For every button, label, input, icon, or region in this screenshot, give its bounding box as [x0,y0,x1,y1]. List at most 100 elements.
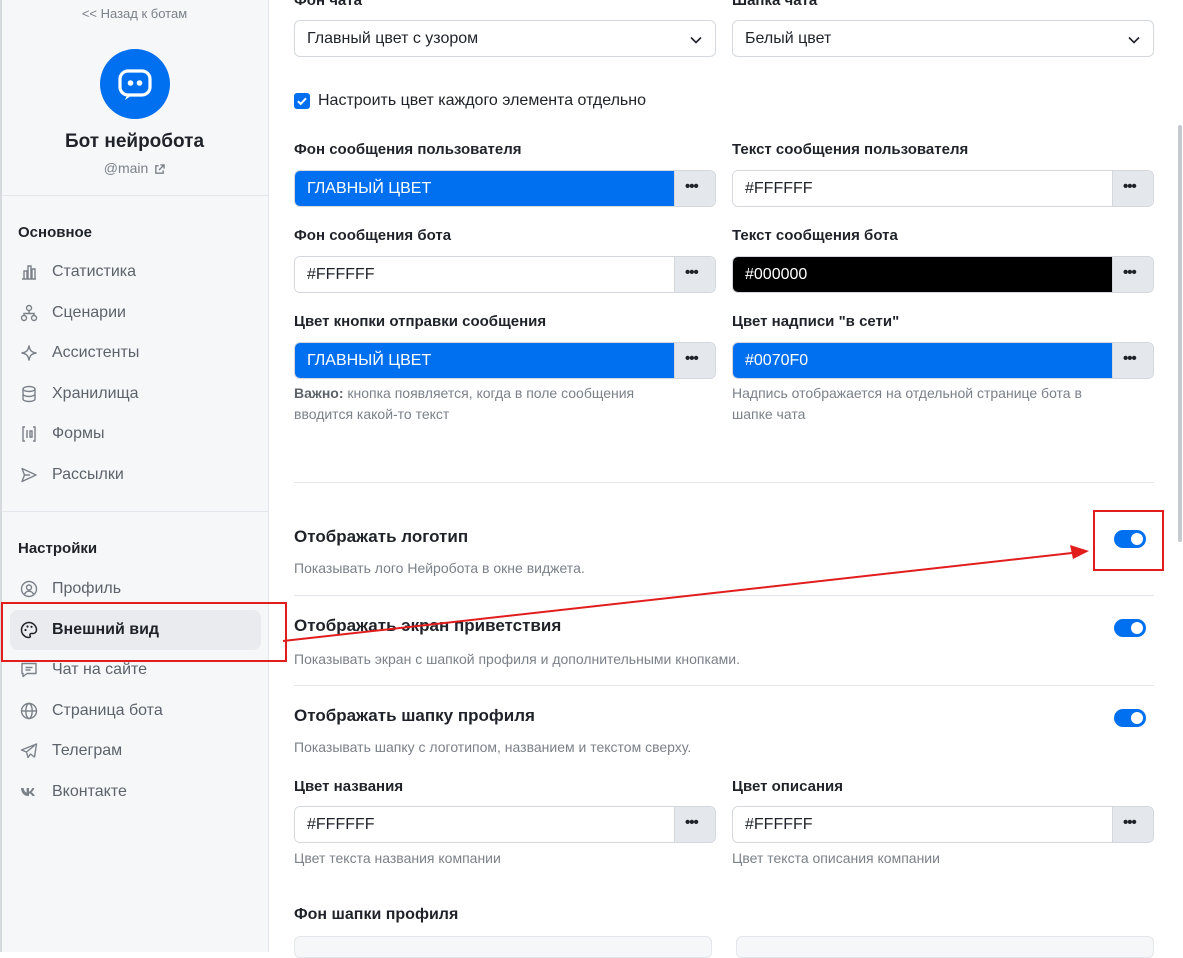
more-options-button[interactable]: ••• [674,257,715,292]
chat-header-select[interactable]: Белый цвет [732,20,1154,57]
online-label-color-value: #0070F0 [745,352,809,369]
sidebar-item-statistics[interactable]: Статистика [10,252,261,292]
show-welcome-desc: Показывать экран с шапкой профиля и допо… [294,651,740,667]
bot-msg-bg-label: Фон сообщения бота [294,227,452,244]
sidebar-item-label: Статистика [52,263,137,280]
sidebar-item-label: Формы [52,425,105,442]
toggle-knob [1131,712,1143,724]
more-options-button[interactable]: ••• [1112,807,1153,842]
online-label-color-input[interactable]: #0070F0 [733,343,1113,378]
sidebar-item-label: Ассистенты [52,344,140,361]
sidebar-item-mailings[interactable]: Рассылки [10,455,261,495]
toggle-knob [1131,622,1143,634]
sidebar-item-storages[interactable]: Хранилища [10,374,261,414]
custom-colors-checkbox[interactable] [294,93,310,109]
send-hint-bold: Важно: [294,385,344,401]
bot-msg-text-input[interactable]: #000000 [733,257,1113,292]
more-options-button[interactable]: ••• [1112,343,1153,378]
show-logo-title: Отображать логотип [294,527,469,546]
sidebar-item-scenarios[interactable]: Сценарии [10,293,261,333]
send-hint-text: кнопка появляется, когда в поле сообщени… [343,385,635,401]
external-link-icon[interactable] [154,164,165,175]
title-color-hint: Цвет текста названия компании [294,850,501,866]
sidebar-item-vk[interactable]: Вконтакте [10,772,261,812]
desc-color-field: #FFFFFF ••• [732,806,1154,843]
section-title-main: Основное [18,224,93,241]
sidebar-item-forms[interactable]: Формы [10,414,261,454]
scrollbar-thumb[interactable] [1178,125,1182,542]
bot-msg-bg-input[interactable]: #FFFFFF [295,257,675,292]
sidebar-item-label: Телеграм [52,742,123,759]
user-msg-bg-value: ГЛАВНЫЙ ЦВЕТ [307,180,432,197]
more-options-button[interactable]: ••• [674,343,715,378]
user-msg-text-input[interactable]: #FFFFFF [733,171,1113,206]
bot-handle[interactable]: @main [0,160,269,176]
bar-chart-icon [22,265,36,280]
sidebar-item-label: Страница бота [52,702,163,719]
chat-bg-select[interactable]: Главный цвет с узором [294,20,716,57]
chat-bg-value: Главный цвет с узором [307,30,479,47]
logo-toggle-highlight [1093,510,1164,571]
profile-header-bg-option[interactable] [736,936,1154,958]
more-options-button[interactable]: ••• [1112,171,1153,206]
dots-icon: ••• [685,814,699,831]
online-label-color-label: Цвет надписи "в сети" [732,313,900,330]
dots-icon: ••• [1123,814,1137,831]
show-profile-header-toggle[interactable] [1114,709,1146,727]
form-icon [22,426,36,442]
bot-msg-text-field: #000000 ••• [732,256,1154,293]
show-logo-desc: Показывать лого Нейробота в окне виджета… [294,560,585,576]
send-button-color-value: ГЛАВНЫЙ ЦВЕТ [307,352,432,369]
show-profile-header-desc: Показывать шапку с логотипом, названием … [294,739,692,755]
send-icon [21,467,37,483]
sidebar: << Назад к ботам Бот нейробота @main Осн… [0,0,269,952]
online-label-hint: Надпись отображается на отдельной страни… [732,383,1082,425]
bot-name: Бот нейробота [64,131,205,152]
sidebar-item-assistants[interactable]: Ассистенты [10,333,261,373]
online-label-color-field: #0070F0 ••• [732,342,1154,379]
send-button-color-field: ГЛАВНЫЙ ЦВЕТ ••• [294,342,716,379]
send-button-hint: Важно: кнопка появляется, когда в поле с… [294,383,634,425]
custom-colors-label[interactable]: Настроить цвет каждого элемента отдельно [318,92,646,110]
profile-header-bg-option[interactable] [294,936,712,958]
more-options-button[interactable]: ••• [674,171,715,206]
title-color-field: #FFFFFF ••• [294,806,716,843]
more-options-button[interactable]: ••• [1112,257,1153,292]
user-msg-bg-input[interactable]: ГЛАВНЫЙ ЦВЕТ [295,171,675,206]
show-welcome-title: Отображать экран приветствия [294,616,562,635]
globe-icon [20,702,38,720]
title-color-input[interactable]: #FFFFFF [295,807,675,842]
sidebar-item-label: Вконтакте [52,783,127,800]
send-button-color-input[interactable]: ГЛАВНЫЙ ЦВЕТ [295,343,675,378]
bot-handle-text[interactable]: @main [104,160,149,176]
sidebar-item-bot-page[interactable]: Страница бота [10,691,261,731]
database-icon [22,385,36,403]
online-hint-line2: шапке чата [732,406,806,422]
send-button-color-label: Цвет кнопки отправки сообщения [294,313,547,330]
section-divider [294,482,1154,483]
user-msg-bg-field: ГЛАВНЫЙ ЦВЕТ ••• [294,170,716,207]
appearance-highlight [1,602,287,662]
send-hint-line1: Важно: кнопка появляется, когда в поле с… [294,383,634,404]
bot-msg-bg-value: #FFFFFF [307,266,375,283]
show-welcome-toggle[interactable] [1114,619,1146,637]
sparkle-icon [21,345,37,361]
dots-icon: ••• [685,350,699,367]
checkmark-icon [297,97,307,106]
bot-msg-text-value: #000000 [745,266,808,283]
dots-icon: ••• [1123,350,1137,367]
title-color-label: Цвет названия [294,778,404,795]
back-to-bots-link[interactable]: << Назад к ботам [0,6,269,21]
telegram-icon [20,743,38,759]
bot-msg-bg-field: #FFFFFF ••• [294,256,716,293]
sidebar-item-label: Профиль [52,580,122,597]
desc-color-input[interactable]: #FFFFFF [733,807,1113,842]
dots-icon: ••• [1123,178,1137,195]
user-msg-text-label: Текст сообщения пользователя [732,141,969,158]
more-options-button[interactable]: ••• [674,807,715,842]
row-divider [294,595,1154,596]
chat-icon [21,662,37,678]
sidebar-item-telegram[interactable]: Телеграм [10,731,261,771]
vk-icon [21,788,35,796]
bot-face-icon [118,69,152,100]
